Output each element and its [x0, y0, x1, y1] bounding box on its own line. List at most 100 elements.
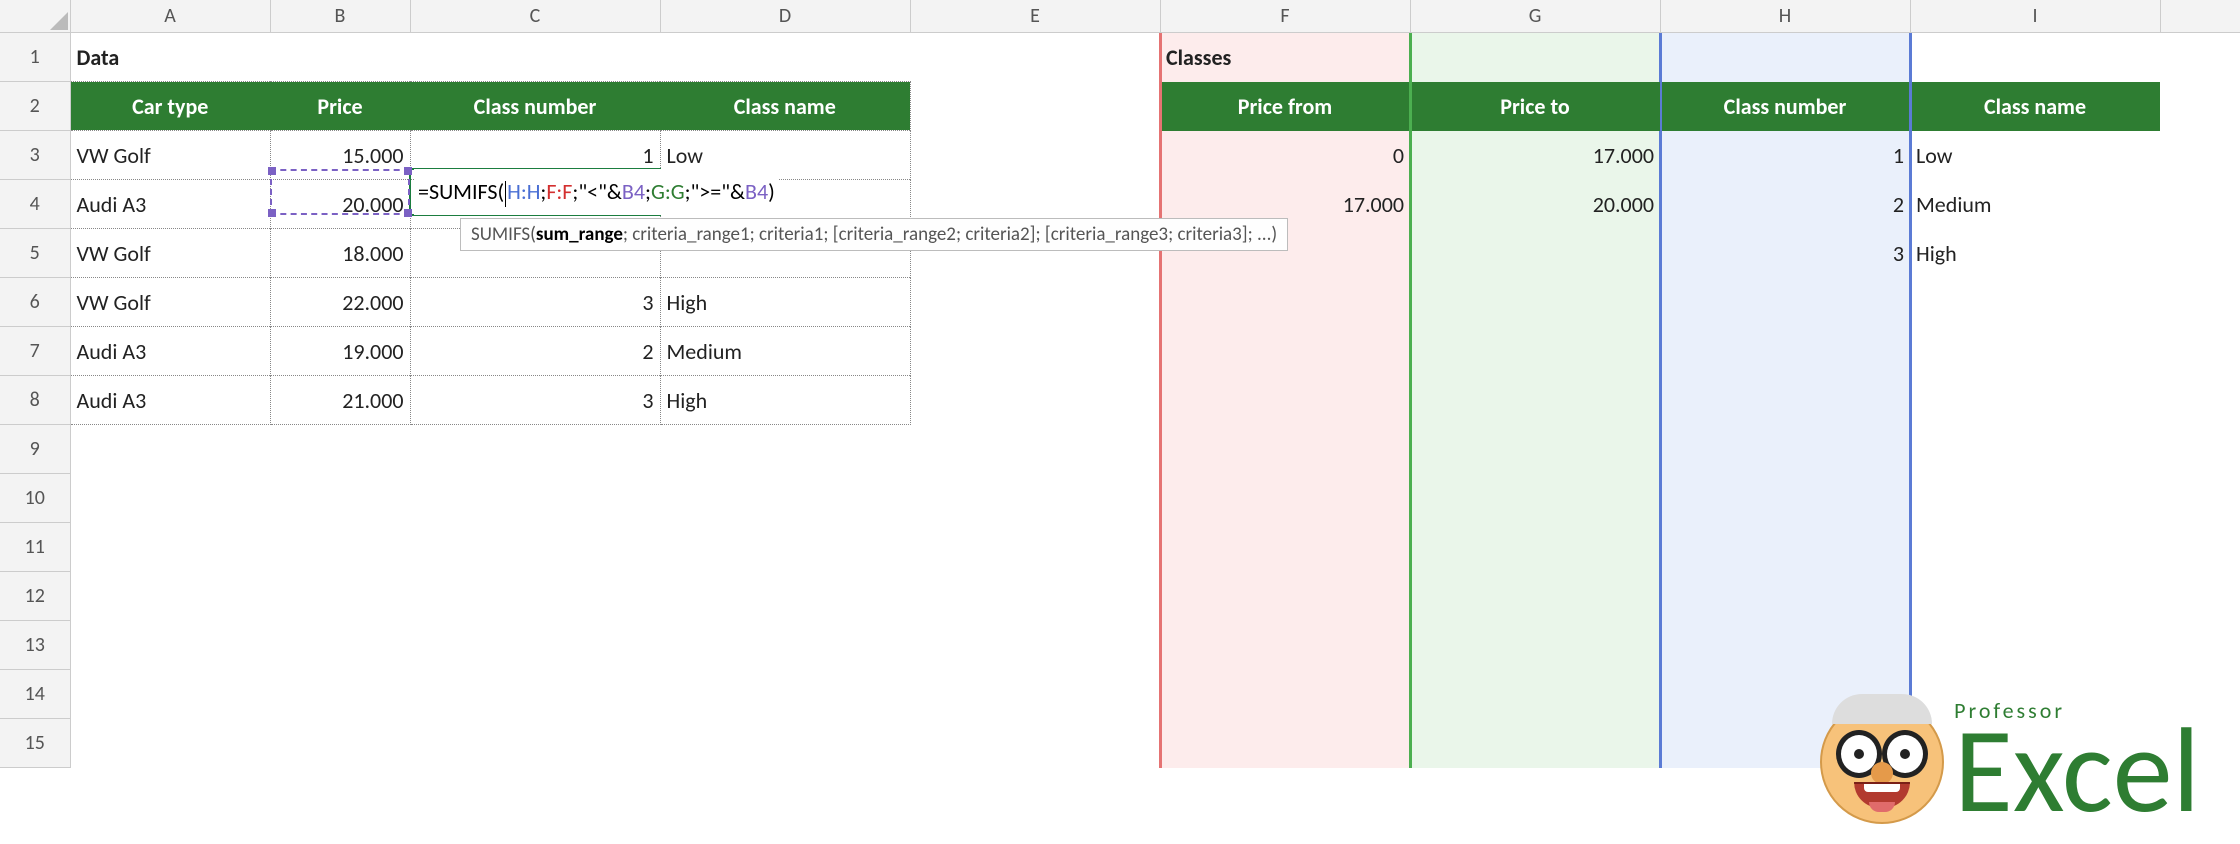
cell-H4[interactable]: 2 — [1660, 180, 1910, 229]
row-header-15[interactable]: 15 — [0, 719, 70, 768]
cell-G2[interactable]: Price to — [1410, 82, 1660, 131]
cell-D7[interactable]: Medium — [660, 327, 910, 376]
cell-H5[interactable]: 3 — [1660, 229, 1910, 278]
row-header-6[interactable]: 6 — [0, 278, 70, 327]
cell-F12[interactable] — [1160, 572, 1410, 621]
cell-H13[interactable] — [1660, 621, 1910, 670]
row-header-9[interactable]: 9 — [0, 425, 70, 474]
cell-A2[interactable]: Car type — [70, 82, 270, 131]
cell-G7[interactable] — [1410, 327, 1660, 376]
col-header-blank[interactable] — [2160, 0, 2240, 33]
row-header-5[interactable]: 5 — [0, 229, 70, 278]
cell-H1[interactable] — [1660, 33, 1910, 82]
cell-D8[interactable]: High — [660, 376, 910, 425]
cell-G12[interactable] — [1410, 572, 1660, 621]
cell-H2[interactable]: Class number — [1660, 82, 1910, 131]
cell-H6[interactable] — [1660, 278, 1910, 327]
cell-C8[interactable]: 3 — [410, 376, 660, 425]
cell-C6[interactable]: 3 — [410, 278, 660, 327]
cell-E3[interactable] — [910, 131, 1160, 180]
cell-F9[interactable] — [1160, 425, 1410, 474]
cell-I4[interactable]: Medium — [1910, 180, 2160, 229]
cell-H11[interactable] — [1660, 523, 1910, 572]
row-header-12[interactable]: 12 — [0, 572, 70, 621]
cell-B2[interactable]: Price — [270, 82, 410, 131]
cell-I2[interactable]: Class name — [1910, 82, 2160, 131]
cell-I3[interactable]: Low — [1910, 131, 2160, 180]
cell-J8[interactable] — [2160, 376, 2240, 425]
cell-I13[interactable] — [1910, 621, 2160, 670]
tooltip-bold-arg[interactable]: sum_range — [536, 223, 623, 246]
cell-I1[interactable] — [1910, 33, 2160, 82]
cell-A3[interactable]: VW Golf — [70, 131, 270, 180]
cell-F13[interactable] — [1160, 621, 1410, 670]
cell-B5[interactable]: 18.000 — [270, 229, 410, 278]
cell-B7[interactable]: 19.000 — [270, 327, 410, 376]
col-header-E[interactable]: E — [910, 0, 1160, 33]
cell-I7[interactable] — [1910, 327, 2160, 376]
row-header-14[interactable]: 14 — [0, 670, 70, 719]
cell-D2[interactable]: Class name — [660, 82, 910, 131]
cell-E1[interactable] — [910, 33, 1160, 82]
row-header-2[interactable]: 2 — [0, 82, 70, 131]
cell-row14-left[interactable] — [70, 670, 1160, 719]
cell-J11[interactable] — [2160, 523, 2240, 572]
row-header-8[interactable]: 8 — [0, 376, 70, 425]
cell-C1[interactable] — [410, 33, 660, 82]
cell-J5[interactable] — [2160, 229, 2240, 278]
cell-F8[interactable] — [1160, 376, 1410, 425]
cell-row13-left[interactable] — [70, 621, 1160, 670]
cell-A8[interactable]: Audi A3 — [70, 376, 270, 425]
cell-G14[interactable] — [1410, 670, 1660, 719]
cell-H3[interactable]: 1 — [1660, 131, 1910, 180]
cell-H8[interactable] — [1660, 376, 1910, 425]
cell-F15[interactable] — [1160, 719, 1410, 768]
cell-I11[interactable] — [1910, 523, 2160, 572]
cell-G15[interactable] — [1410, 719, 1660, 768]
cell-E2[interactable] — [910, 82, 1160, 131]
row-header-7[interactable]: 7 — [0, 327, 70, 376]
cell-B6[interactable]: 22.000 — [270, 278, 410, 327]
cell-I8[interactable] — [1910, 376, 2160, 425]
cell-F2[interactable]: Price from — [1160, 82, 1410, 131]
cell-G10[interactable] — [1410, 474, 1660, 523]
cell-G6[interactable] — [1410, 278, 1660, 327]
cell-G5[interactable] — [1410, 229, 1660, 278]
cell-F10[interactable] — [1160, 474, 1410, 523]
row-header-4[interactable]: 4 — [0, 180, 70, 229]
cell-A7[interactable]: Audi A3 — [70, 327, 270, 376]
cell-F6[interactable] — [1160, 278, 1410, 327]
cell-J4[interactable] — [2160, 180, 2240, 229]
cell-row10-left[interactable] — [70, 474, 1160, 523]
cell-J2[interactable] — [2160, 82, 2240, 131]
cell-J3[interactable] — [2160, 131, 2240, 180]
cell-F14[interactable] — [1160, 670, 1410, 719]
cell-I6[interactable] — [1910, 278, 2160, 327]
cell-G1[interactable] — [1410, 33, 1660, 82]
select-all-corner[interactable] — [0, 0, 70, 33]
cell-H10[interactable] — [1660, 474, 1910, 523]
cell-I9[interactable] — [1910, 425, 2160, 474]
cell-C7[interactable]: 2 — [410, 327, 660, 376]
row-header-10[interactable]: 10 — [0, 474, 70, 523]
cell-G9[interactable] — [1410, 425, 1660, 474]
cell-F1[interactable]: Classes — [1160, 33, 1410, 82]
cell-A4[interactable]: Audi A3 — [70, 180, 270, 229]
col-header-G[interactable]: G — [1410, 0, 1660, 33]
cell-J10[interactable] — [2160, 474, 2240, 523]
cell-J12[interactable] — [2160, 572, 2240, 621]
cell-H9[interactable] — [1660, 425, 1910, 474]
cell-E6[interactable] — [910, 278, 1160, 327]
spreadsheet-grid[interactable]: A B C D E F G H I 1 Data Classes 2 Car t… — [0, 0, 2240, 768]
cell-J1[interactable] — [2160, 33, 2240, 82]
worksheet[interactable]: A B C D E F G H I 1 Data Classes 2 Car t… — [0, 0, 2240, 844]
cell-A6[interactable]: VW Golf — [70, 278, 270, 327]
cell-B8[interactable]: 21.000 — [270, 376, 410, 425]
cell-J13[interactable] — [2160, 621, 2240, 670]
row-header-13[interactable]: 13 — [0, 621, 70, 670]
cell-I5[interactable]: High — [1910, 229, 2160, 278]
cell-E8[interactable] — [910, 376, 1160, 425]
cell-A5[interactable]: VW Golf — [70, 229, 270, 278]
cell-G3[interactable]: 17.000 — [1410, 131, 1660, 180]
cell-G13[interactable] — [1410, 621, 1660, 670]
